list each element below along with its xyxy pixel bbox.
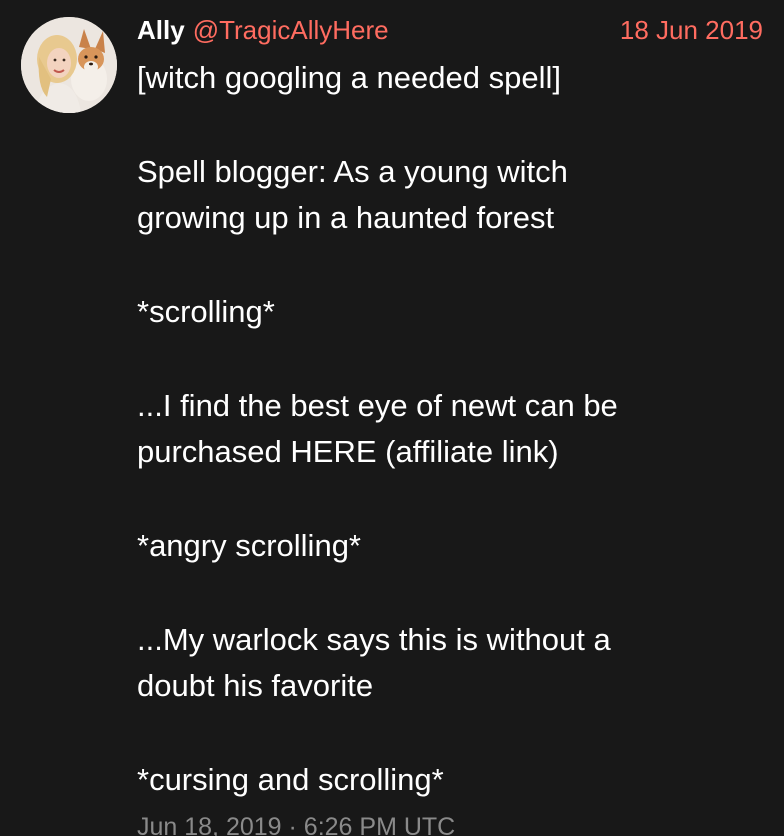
fullname[interactable]: Ally bbox=[137, 15, 185, 45]
tweet-line: *scrolling* bbox=[137, 293, 275, 329]
avatar[interactable] bbox=[21, 17, 117, 113]
tweet-paragraph: ...I find the best eye of newt can be pu… bbox=[137, 383, 737, 477]
tweet-published-timestamp[interactable]: Jun 18, 2019 · 6:26 PM UTC bbox=[137, 812, 455, 836]
tweet-content: [witch googling a needed spell] Spell bl… bbox=[137, 55, 737, 804]
tweet-line: *angry scrolling* bbox=[137, 527, 361, 563]
tweet-paragraph: ...My warlock says this is without a dou… bbox=[137, 617, 737, 711]
tweet-line: growing up in a haunted forest bbox=[137, 200, 555, 236]
tweet-paragraph: [witch googling a needed spell] bbox=[137, 55, 737, 102]
tweet-line: Spell blogger: As a young witch bbox=[137, 153, 568, 189]
tweet-paragraph: Spell blogger: As a young witch growing … bbox=[137, 149, 737, 243]
tweet-line: ...I find the best eye of newt can be bbox=[137, 387, 618, 423]
tweet-paragraph: *cursing and scrolling* bbox=[137, 757, 737, 804]
username[interactable]: @TragicAllyHere bbox=[193, 15, 389, 45]
tweet-line: *cursing and scrolling* bbox=[137, 761, 444, 797]
tweet-paragraph: *angry scrolling* bbox=[137, 523, 737, 570]
tweet-paragraph: *scrolling* bbox=[137, 289, 737, 336]
tweet-line: [witch googling a needed spell] bbox=[137, 60, 561, 95]
tweet-header: Ally @TragicAllyHere 18 Jun 2019 bbox=[137, 14, 763, 46]
tweet-line: doubt his favorite bbox=[137, 668, 374, 704]
tweet-line: ...My warlock says this is without a bbox=[137, 621, 611, 657]
tweet-date[interactable]: 18 Jun 2019 bbox=[620, 14, 763, 46]
tweet-card: Ally @TragicAllyHere 18 Jun 2019 [witch g… bbox=[0, 0, 784, 836]
avatar-image bbox=[21, 17, 117, 113]
tweet-line: purchased HERE (affiliate link) bbox=[137, 434, 559, 470]
